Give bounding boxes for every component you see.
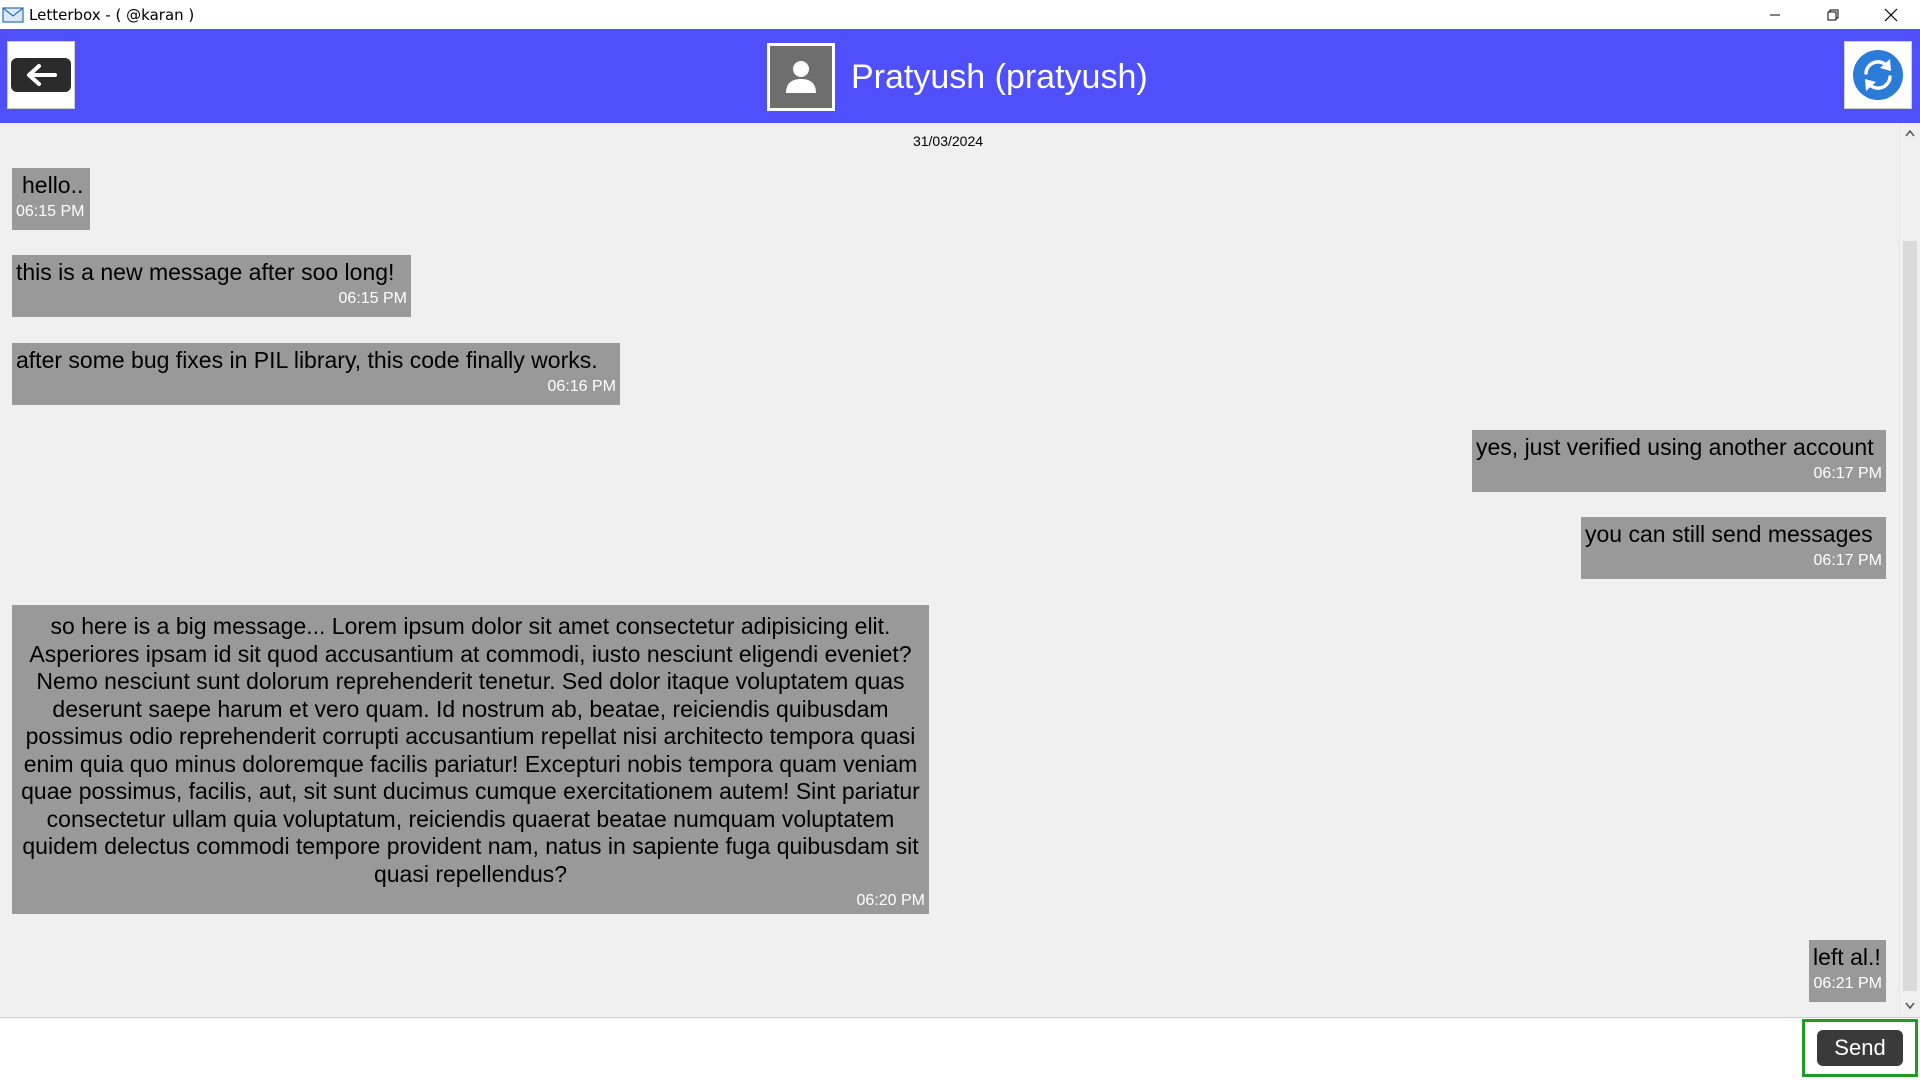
minimize-icon bbox=[1770, 14, 1780, 15]
message-time: 06:20 PM bbox=[856, 892, 925, 909]
envelope-icon bbox=[2, 6, 24, 23]
message-text: you can still send messages bbox=[1585, 521, 1873, 547]
message-bubble: yes, just verified using another account… bbox=[1472, 430, 1886, 492]
close-button[interactable] bbox=[1862, 0, 1920, 29]
message-bubble: after some bug fixes in PIL library, thi… bbox=[12, 343, 620, 405]
message-bubble: you can still send messages 06:17 PM bbox=[1581, 517, 1886, 579]
scroll-up-button[interactable] bbox=[1900, 123, 1920, 143]
arrow-left-icon bbox=[27, 64, 57, 86]
message-bubble: this is a new message after soo long! 06… bbox=[12, 255, 411, 317]
message-text: after some bug fixes in PIL library, thi… bbox=[16, 347, 598, 373]
send-button-focus-frame: Send bbox=[1802, 1019, 1918, 1077]
message-time: 06:17 PM bbox=[1813, 552, 1882, 569]
message-bubble: so here is a big message... Lorem ipsum … bbox=[12, 605, 929, 914]
scroll-thumb[interactable] bbox=[1903, 241, 1917, 991]
contact-name: Pratyush (pratyush) bbox=[851, 57, 1148, 96]
message-input[interactable] bbox=[2, 1020, 1801, 1078]
chat-header: Pratyush (pratyush) bbox=[0, 29, 1920, 123]
message-text: left al.! bbox=[1813, 944, 1881, 970]
chevron-up-icon bbox=[1905, 129, 1915, 137]
avatar bbox=[767, 43, 835, 111]
message-time: 06:16 PM bbox=[547, 378, 616, 395]
window-controls bbox=[1746, 0, 1920, 29]
restore-icon bbox=[1827, 9, 1839, 20]
message-time: 06:15 PM bbox=[338, 290, 407, 307]
chevron-down-icon bbox=[1905, 1002, 1915, 1010]
user-icon bbox=[786, 61, 816, 93]
message-time: 06:15 PM bbox=[16, 203, 85, 220]
contact-info: Pratyush (pratyush) bbox=[767, 43, 1148, 111]
window-title: Letterbox - ( @karan ) bbox=[29, 5, 195, 24]
back-button-face bbox=[11, 58, 71, 92]
vertical-scrollbar[interactable] bbox=[1899, 123, 1920, 1016]
scroll-down-button[interactable] bbox=[1900, 996, 1920, 1016]
message-text: so here is a big message... Lorem ipsum … bbox=[21, 613, 920, 887]
message-text: this is a new message after soo long! bbox=[16, 259, 395, 285]
restore-button[interactable] bbox=[1804, 0, 1862, 29]
minimize-button[interactable] bbox=[1746, 0, 1804, 29]
send-button[interactable]: Send bbox=[1817, 1030, 1903, 1066]
back-button[interactable] bbox=[7, 41, 75, 109]
message-list[interactable]: 31/03/2024 hello.. 06:15 PM this is a ne… bbox=[0, 123, 1900, 1016]
date-separator: 31/03/2024 bbox=[912, 133, 984, 149]
message-bubble: hello.. 06:15 PM bbox=[12, 168, 90, 230]
message-time: 06:17 PM bbox=[1813, 465, 1882, 482]
message-text: yes, just verified using another account bbox=[1476, 434, 1874, 460]
title-bar: Letterbox - ( @karan ) bbox=[0, 0, 1920, 29]
message-text: hello.. bbox=[22, 172, 84, 198]
close-icon bbox=[1884, 8, 1898, 21]
composer: Send bbox=[0, 1017, 1920, 1080]
app-window: Letterbox - ( @karan ) Pratyush (pratyus… bbox=[0, 0, 1920, 1080]
refresh-icon bbox=[1853, 50, 1903, 100]
message-bubble: left al.! 06:21 PM bbox=[1809, 940, 1886, 1002]
message-time: 06:21 PM bbox=[1813, 975, 1882, 992]
refresh-button[interactable] bbox=[1844, 41, 1912, 109]
